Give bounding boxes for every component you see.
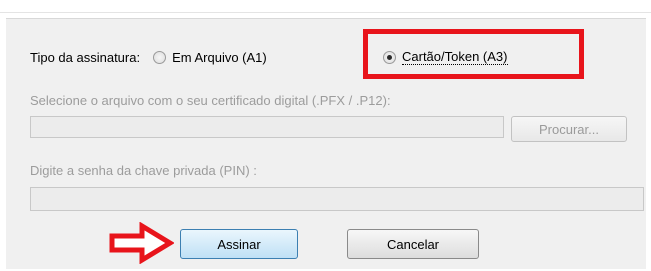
signature-type-row: Tipo da assinatura: Em Arquivo (A1) <box>30 47 267 67</box>
certificate-file-field[interactable] <box>30 116 504 138</box>
signature-type-label: Tipo da assinatura: <box>30 49 141 65</box>
browse-button[interactable]: Procurar... <box>511 116 627 142</box>
certificate-caption: Selecione o arquivo com o seu certificad… <box>30 93 391 108</box>
radio-a1-label[interactable]: Em Arquivo (A1) <box>172 50 267 65</box>
sign-button[interactable]: Assinar <box>180 229 298 259</box>
cancel-button[interactable]: Cancelar <box>347 229 479 259</box>
pin-caption: Digite a senha da chave privada (PIN) : <box>30 163 257 178</box>
pin-field[interactable] <box>30 187 644 211</box>
radio-a1-icon[interactable] <box>153 50 167 64</box>
window-top-border <box>0 0 651 13</box>
arrow-right-icon <box>109 222 174 264</box>
radio-option-a1[interactable]: Em Arquivo (A1) <box>153 50 267 65</box>
highlight-box <box>363 29 584 79</box>
